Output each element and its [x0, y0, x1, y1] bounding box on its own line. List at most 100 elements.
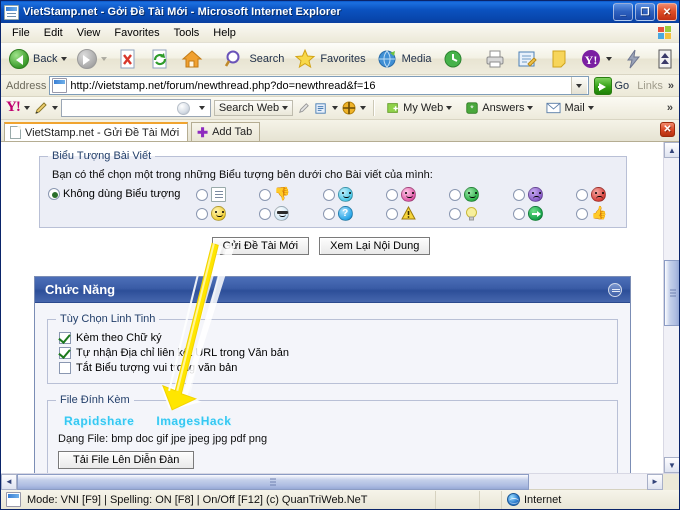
icon-option-cool-smile[interactable] — [322, 187, 353, 202]
yahoo-button[interactable]: Y! — [576, 46, 616, 72]
edit-button[interactable] — [512, 46, 542, 72]
radio-lightbulb-icon[interactable] — [449, 207, 462, 220]
favorites-button[interactable]: Favorites — [290, 46, 369, 72]
submit-new-thread-button[interactable]: Gửi Đề Tài Mới — [211, 237, 310, 255]
radio-warning-icon[interactable] — [385, 207, 398, 220]
radio-cool-smile-icon[interactable] — [322, 188, 335, 201]
resize-grip[interactable] — [661, 491, 679, 509]
history-button[interactable] — [438, 46, 468, 72]
address-overflow-icon[interactable]: » — [668, 80, 677, 92]
yahoo-logo[interactable]: Y! — [4, 99, 21, 118]
menu-item-edit[interactable]: Edit — [37, 25, 70, 41]
horizontal-scrollbar[interactable]: ◄ ► — [1, 473, 679, 490]
forward-dropdown-icon[interactable] — [101, 56, 108, 61]
radio-thumbs-down-icon[interactable] — [259, 188, 272, 201]
back-button[interactable]: Back — [5, 46, 71, 72]
radio-green-hat-icon[interactable] — [449, 188, 462, 201]
my-web-button[interactable]: My Web — [381, 99, 457, 117]
option-disable-smilies[interactable]: Tắt Biểu tượng vui trong văn bản — [59, 362, 609, 374]
anti-spy-icon[interactable] — [341, 100, 357, 116]
close-button[interactable]: ✕ — [657, 3, 677, 21]
radio-red-angry-icon[interactable] — [575, 188, 588, 201]
pencil-dropdown-icon[interactable] — [51, 106, 58, 110]
yahoo-dropdown-icon[interactable] — [605, 56, 612, 61]
vertical-scrollbar[interactable]: ▲ ▼ — [663, 142, 679, 473]
yahoo-search-dropdown-button[interactable] — [194, 100, 210, 116]
scroll-left-button[interactable]: ◄ — [1, 473, 17, 490]
icon-option-purple-sad[interactable] — [512, 187, 543, 202]
menu-item-favorites[interactable]: Favorites — [107, 25, 166, 41]
checkbox-disable-smilies[interactable] — [59, 362, 71, 374]
menu-item-tools[interactable]: Tools — [167, 25, 207, 41]
back-dropdown-icon[interactable] — [61, 56, 68, 61]
tab-active[interactable]: VietStamp.net - Gửi Đề Tài Mới — [4, 122, 189, 141]
preview-button[interactable]: Xem Lại Nội Dung — [319, 237, 431, 255]
rapidshare-link[interactable]: Rapidshare — [64, 414, 134, 428]
collapse-icon[interactable] — [608, 282, 622, 297]
horizontal-scrollbar-thumb[interactable] — [17, 473, 529, 490]
minimize-button[interactable]: _ — [613, 3, 633, 21]
yahoo-search-input[interactable] — [60, 99, 211, 117]
icon-option-yellow-smile[interactable] — [196, 206, 226, 221]
links-label[interactable]: Links — [637, 80, 665, 92]
icon-option-warning[interactable] — [385, 205, 416, 221]
refresh-button[interactable] — [145, 46, 175, 72]
icon-option-thumbs-down[interactable]: 👎 — [259, 187, 291, 202]
icon-option-sunglasses[interactable] — [259, 206, 290, 221]
icon-option-red-angry[interactable] — [575, 187, 606, 202]
add-tab-button[interactable]: ✚ Add Tab — [191, 122, 261, 141]
download-button[interactable] — [650, 46, 680, 72]
address-dropdown-button[interactable] — [570, 77, 587, 94]
icon-option-note[interactable] — [196, 187, 226, 202]
imageshack-link[interactable]: ImagesHack — [156, 414, 231, 428]
radio-note-icon[interactable] — [196, 188, 208, 201]
stop-button[interactable] — [113, 46, 143, 72]
vertical-scrollbar-thumb[interactable] — [664, 260, 679, 326]
radio-yellow-smile-icon[interactable] — [196, 207, 208, 220]
icon-option-pink-smile[interactable] — [385, 187, 416, 202]
search-button[interactable]: Search — [219, 46, 288, 72]
address-input[interactable]: http://vietstamp.net/forum/newthread.php… — [49, 76, 589, 95]
scroll-down-button[interactable]: ▼ — [664, 457, 679, 473]
icon-option-green-arrow[interactable] — [512, 206, 543, 221]
checkbox-auto-url[interactable] — [59, 347, 71, 359]
close-tab-button[interactable]: ✕ — [660, 122, 675, 137]
restore-button[interactable]: ❐ — [635, 3, 655, 21]
anti-spy-dropdown-icon[interactable] — [360, 106, 367, 110]
menu-item-view[interactable]: View — [70, 25, 108, 41]
home-button[interactable] — [177, 46, 207, 72]
scroll-right-button[interactable]: ► — [647, 473, 663, 490]
yahoo-overflow-icon[interactable]: » — [667, 102, 676, 114]
menu-item-file[interactable]: File — [5, 25, 37, 41]
scroll-up-button[interactable]: ▲ — [664, 142, 679, 158]
radio-question-icon[interactable] — [322, 207, 335, 220]
radio-thumbs-up-icon[interactable] — [575, 207, 588, 220]
radio-purple-sad-icon[interactable] — [512, 188, 525, 201]
option-auto-url[interactable]: Tự nhận Địa chỉ liên kết URL trong Văn b… — [59, 347, 609, 359]
answers-button[interactable]: * Answers — [460, 99, 538, 117]
icon-option-green-hat[interactable] — [449, 187, 480, 202]
yahoo-logo-dropdown-icon[interactable] — [23, 106, 30, 110]
icon-option-none[interactable]: Không dùng Biểu tượng — [48, 187, 196, 200]
lightning-button[interactable] — [618, 46, 648, 72]
radio-none[interactable] — [48, 188, 60, 200]
tabs-icon[interactable] — [314, 101, 329, 116]
search-web-button[interactable]: Search Web — [213, 100, 294, 116]
upload-file-button[interactable]: Tải File Lên Diễn Đàn — [58, 451, 195, 469]
highlighter-icon[interactable] — [296, 101, 311, 116]
messenger-button[interactable] — [544, 46, 574, 72]
mail-button[interactable]: Mail — [541, 100, 598, 116]
radio-sunglasses-icon[interactable] — [259, 207, 272, 220]
pencil-icon[interactable] — [33, 100, 49, 116]
print-button[interactable] — [480, 46, 510, 72]
checkbox-signature[interactable] — [59, 332, 71, 344]
tabs-dropdown-icon[interactable] — [332, 106, 339, 110]
icon-option-question[interactable]: ? — [322, 206, 353, 221]
go-button[interactable]: Go — [592, 76, 635, 95]
icon-option-thumbs-up[interactable]: 👍 — [575, 206, 607, 221]
forward-button[interactable] — [73, 46, 111, 72]
icon-option-lightbulb[interactable] — [449, 206, 479, 221]
radio-green-arrow-icon[interactable] — [512, 207, 525, 220]
option-signature[interactable]: Kèm theo Chữ ký — [59, 332, 609, 344]
menu-item-help[interactable]: Help — [206, 25, 243, 41]
